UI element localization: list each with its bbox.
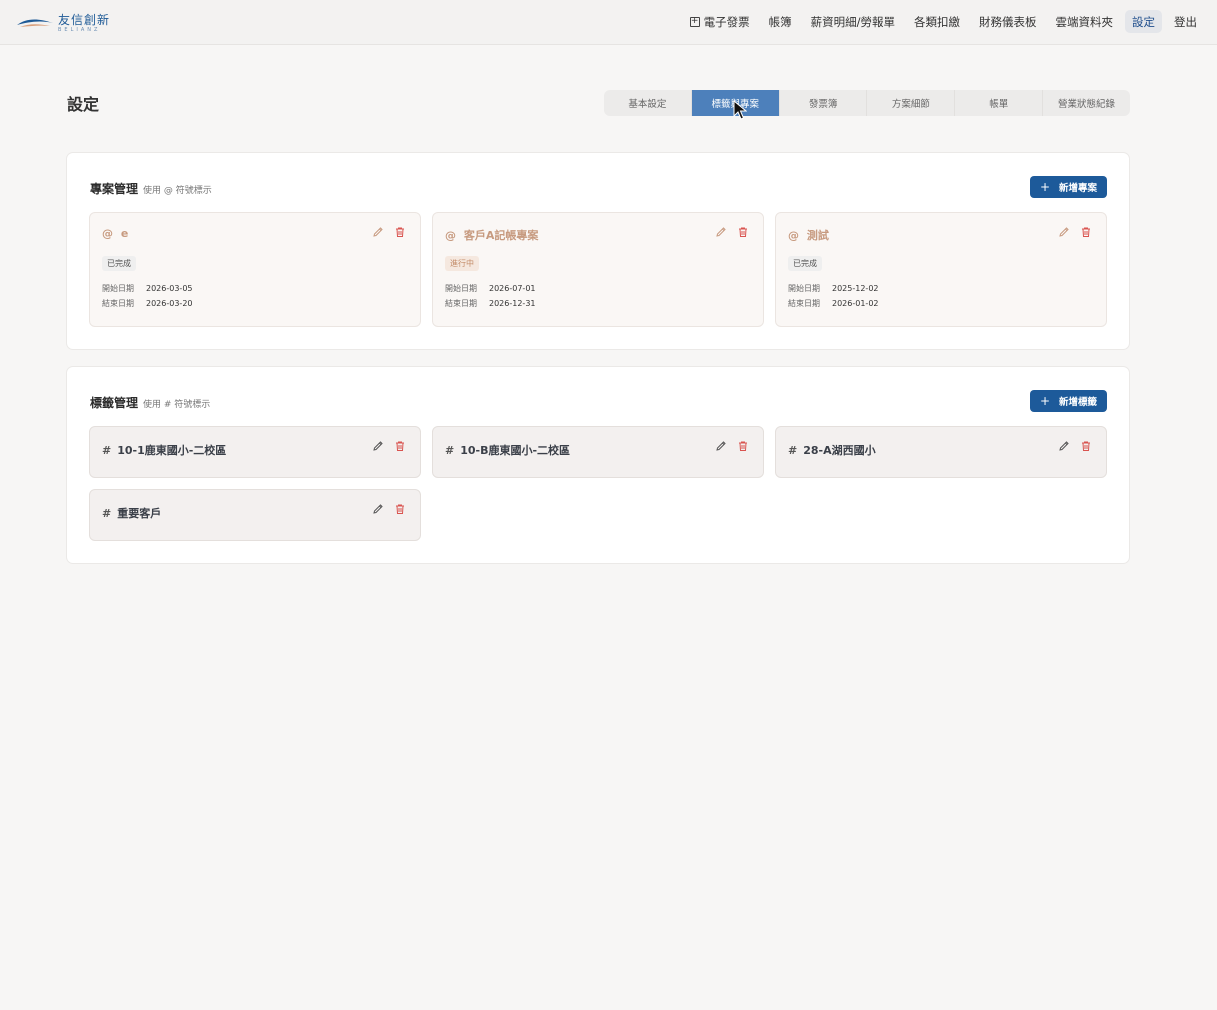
start-date-value: 2026-03-05	[146, 284, 193, 293]
mouse-cursor-icon	[733, 100, 747, 120]
page-title: 設定	[67, 95, 100, 114]
edit-pencil-icon[interactable]	[715, 440, 727, 452]
plus-icon: +	[1039, 394, 1051, 408]
hash-prefix: #	[102, 444, 112, 457]
end-date-label: 結束日期	[445, 299, 477, 308]
section-title: 專案管理	[90, 182, 139, 196]
end-date-value: 2026-01-02	[832, 299, 879, 308]
start-date-label: 開始日期	[102, 284, 134, 293]
status-badge: 進行中	[445, 256, 479, 271]
add-tag-button[interactable]: + 新增標籤	[1030, 390, 1107, 412]
hash-prefix: #	[102, 507, 112, 520]
top-navbar: 友信創新 BELIANZ + 電子發票 帳簿 薪資明細/勞報單 各類扣繳 財務儀…	[0, 0, 1217, 45]
end-date-value: 2026-12-31	[489, 299, 536, 308]
tag-card[interactable]: # 重要客戶	[89, 489, 421, 541]
edit-pencil-icon[interactable]	[372, 503, 384, 515]
edit-pencil-icon[interactable]	[1058, 226, 1070, 238]
plus-icon: +	[1039, 180, 1051, 194]
delete-trash-icon[interactable]	[1080, 440, 1092, 452]
end-date-label: 結束日期	[102, 299, 134, 308]
nav-item-label: 登出	[1174, 14, 1197, 29]
nav-item-label: 財務儀表板	[979, 14, 1037, 29]
project-management-section: 專案管理 使用 @ 符號標示 + 新增專案 @ e 已完成 開始日期 2026-0…	[66, 152, 1130, 350]
project-card[interactable]: @ 客戶A記帳專案 進行中 開始日期 2026-07-01 結束日期 2026-12…	[432, 212, 764, 327]
tag-name: 28-A湖西國小	[803, 444, 876, 457]
section-title: 標籤管理	[90, 396, 139, 410]
delete-trash-icon[interactable]	[737, 226, 749, 238]
nav-item-label: 雲端資料夾	[1055, 14, 1114, 29]
brand-name: 友信創新	[58, 12, 111, 27]
tab-business-status-log[interactable]: 營業狀態紀錄	[1043, 90, 1130, 116]
nav-item-dashboard[interactable]: 財務儀表板	[972, 10, 1044, 33]
add-tag-label: 新增標籤	[1059, 397, 1098, 408]
project-name: e	[120, 227, 129, 240]
hash-prefix: #	[788, 444, 798, 457]
start-date-value: 2025-12-02	[832, 284, 879, 293]
at-prefix: @	[102, 227, 113, 240]
tab-billing[interactable]: 帳單	[955, 90, 1044, 116]
delete-trash-icon[interactable]	[394, 440, 406, 452]
nav-item-label: 設定	[1132, 14, 1155, 29]
brand-name-en: BELIANZ	[58, 26, 101, 33]
edit-pencil-icon[interactable]	[372, 440, 384, 452]
at-prefix: @	[788, 229, 799, 242]
brand-logo[interactable]: 友信創新 BELIANZ	[16, 10, 110, 36]
delete-trash-icon[interactable]	[394, 503, 406, 515]
nav-item-ledger[interactable]: 帳簿	[762, 10, 799, 33]
nav-item-label: 各類扣繳	[914, 14, 960, 29]
delete-trash-icon[interactable]	[737, 440, 749, 452]
nav-item-label: 薪資明細/勞報單	[810, 14, 895, 29]
add-project-button[interactable]: + 新增專案	[1030, 176, 1107, 198]
main-nav: + 電子發票 帳簿 薪資明細/勞報單 各類扣繳 財務儀表板 雲端資料夾 設定 登…	[678, 10, 1204, 33]
edit-pencil-icon[interactable]	[715, 226, 727, 238]
plus-square-icon: +	[689, 16, 700, 27]
status-badge: 已完成	[102, 256, 136, 271]
start-date-label: 開始日期	[445, 284, 477, 293]
edit-pencil-icon[interactable]	[372, 226, 384, 238]
section-hint: 使用 @ 符號標示	[143, 186, 212, 196]
project-card[interactable]: @ e 已完成 開始日期 2026-03-05 結束日期 2026-03-20	[89, 212, 421, 327]
nav-item-withholding[interactable]: 各類扣繳	[907, 10, 967, 33]
status-badge: 已完成	[788, 256, 822, 271]
nav-item-logout[interactable]: 登出	[1167, 10, 1204, 33]
start-date-value: 2026-07-01	[489, 284, 536, 293]
add-project-label: 新增專案	[1059, 183, 1098, 194]
tag-name: 10-1鹿東國小-二校區	[117, 444, 227, 457]
tag-name: 10-B鹿東國小-二校區	[460, 444, 571, 457]
delete-trash-icon[interactable]	[394, 226, 406, 238]
section-hint: 使用 # 符號標示	[143, 400, 211, 410]
edit-pencil-icon[interactable]	[1058, 440, 1070, 452]
at-prefix: @	[445, 229, 456, 242]
start-date-label: 開始日期	[788, 284, 820, 293]
end-date-value: 2026-03-20	[146, 299, 193, 308]
tab-plan-details[interactable]: 方案細節	[867, 90, 956, 116]
tag-card[interactable]: #10-1鹿東國小-二校區	[89, 426, 421, 478]
delete-trash-icon[interactable]	[1080, 226, 1092, 238]
nav-item-cloud-folder[interactable]: 雲端資料夾	[1049, 10, 1121, 33]
tag-name: 重要客戶	[117, 507, 162, 520]
end-date-label: 結束日期	[788, 299, 820, 308]
nav-item-einvoice[interactable]: + 電子發票	[683, 10, 757, 33]
project-name: 客戶A記帳專案	[463, 229, 539, 242]
project-card[interactable]: @ 測試 已完成 開始日期 2025-12-02 結束日期 2026-01-02	[775, 212, 1107, 327]
logo-swoosh-icon	[17, 19, 53, 27]
nav-item-settings[interactable]: 設定	[1125, 10, 1162, 33]
tab-invoice-books[interactable]: 發票簿	[780, 90, 868, 116]
tag-management-section: 標籤管理 使用 # 符號標示 + 新增標籤 #10-1鹿東國小-二校區 #10-…	[66, 366, 1130, 564]
tab-basic-settings[interactable]: 基本設定	[604, 90, 692, 116]
hash-prefix: #	[445, 444, 455, 457]
settings-tabs: 基本設定 標籤與專案 發票簿 方案細節 帳單 營業狀態紀錄	[604, 90, 1130, 116]
nav-item-label: 電子發票	[703, 14, 750, 29]
project-name: 測試	[806, 229, 829, 242]
nav-item-payroll[interactable]: 薪資明細/勞報單	[804, 10, 902, 33]
tag-card[interactable]: #10-B鹿東國小-二校區	[432, 426, 764, 478]
nav-item-label: 帳簿	[768, 14, 792, 29]
tag-card[interactable]: #28-A湖西國小	[775, 426, 1107, 478]
